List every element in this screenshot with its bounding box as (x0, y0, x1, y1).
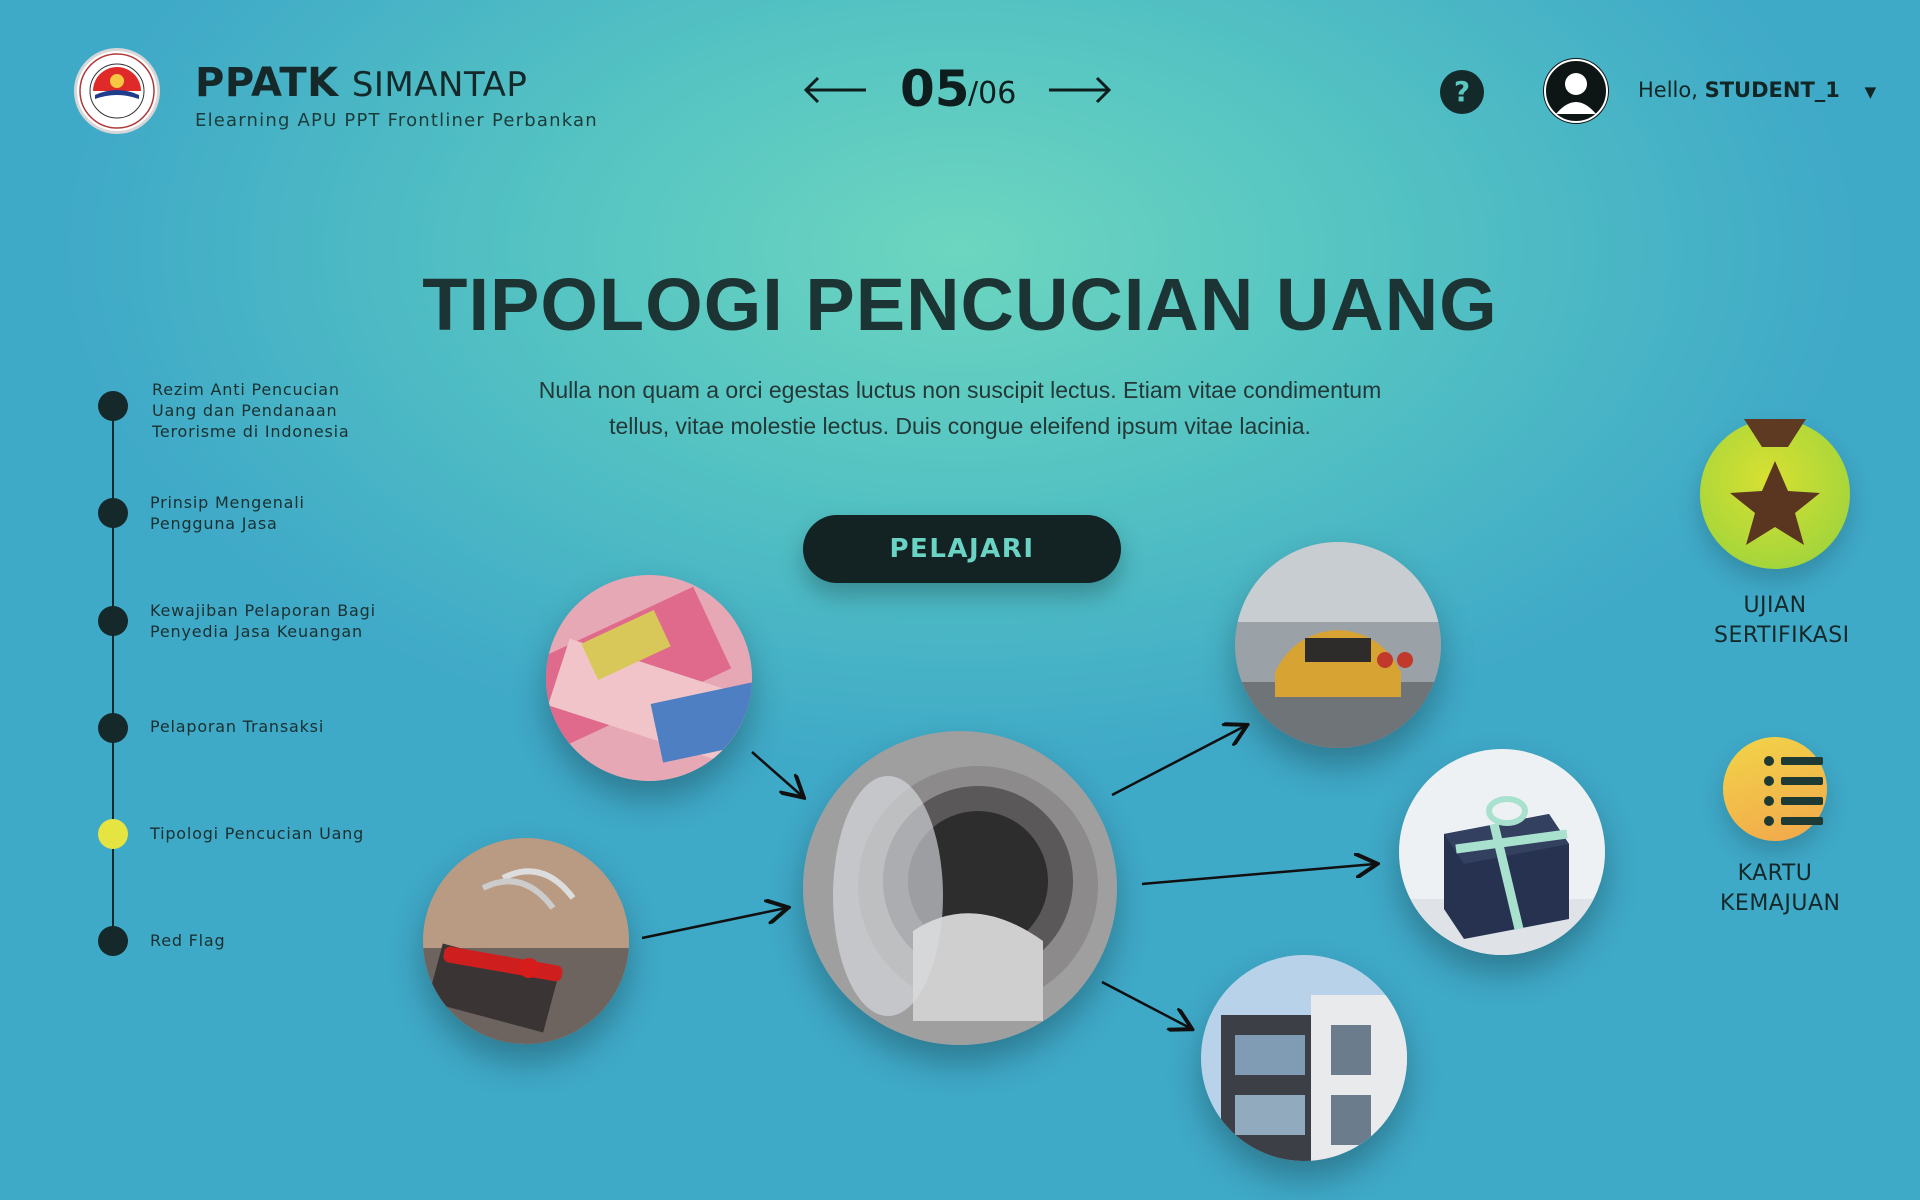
progress-card-action[interactable]: KARTU KEMAJUAN (1690, 737, 1860, 919)
medal-star-icon (1700, 419, 1850, 569)
gift-box-image (1399, 749, 1605, 955)
checklist-icon (1723, 737, 1827, 841)
progress-card-label: KARTU KEMAJUAN (1720, 861, 1841, 916)
binder-calculator-image (423, 838, 629, 1044)
certification-action[interactable]: UJIAN SERTIFIKASI (1690, 419, 1860, 651)
money-image (546, 575, 752, 781)
sports-car-image (1235, 542, 1441, 748)
washing-machine-image (803, 731, 1117, 1045)
house-image (1201, 955, 1407, 1161)
certification-label: UJIAN SERTIFIKASI (1714, 593, 1850, 648)
